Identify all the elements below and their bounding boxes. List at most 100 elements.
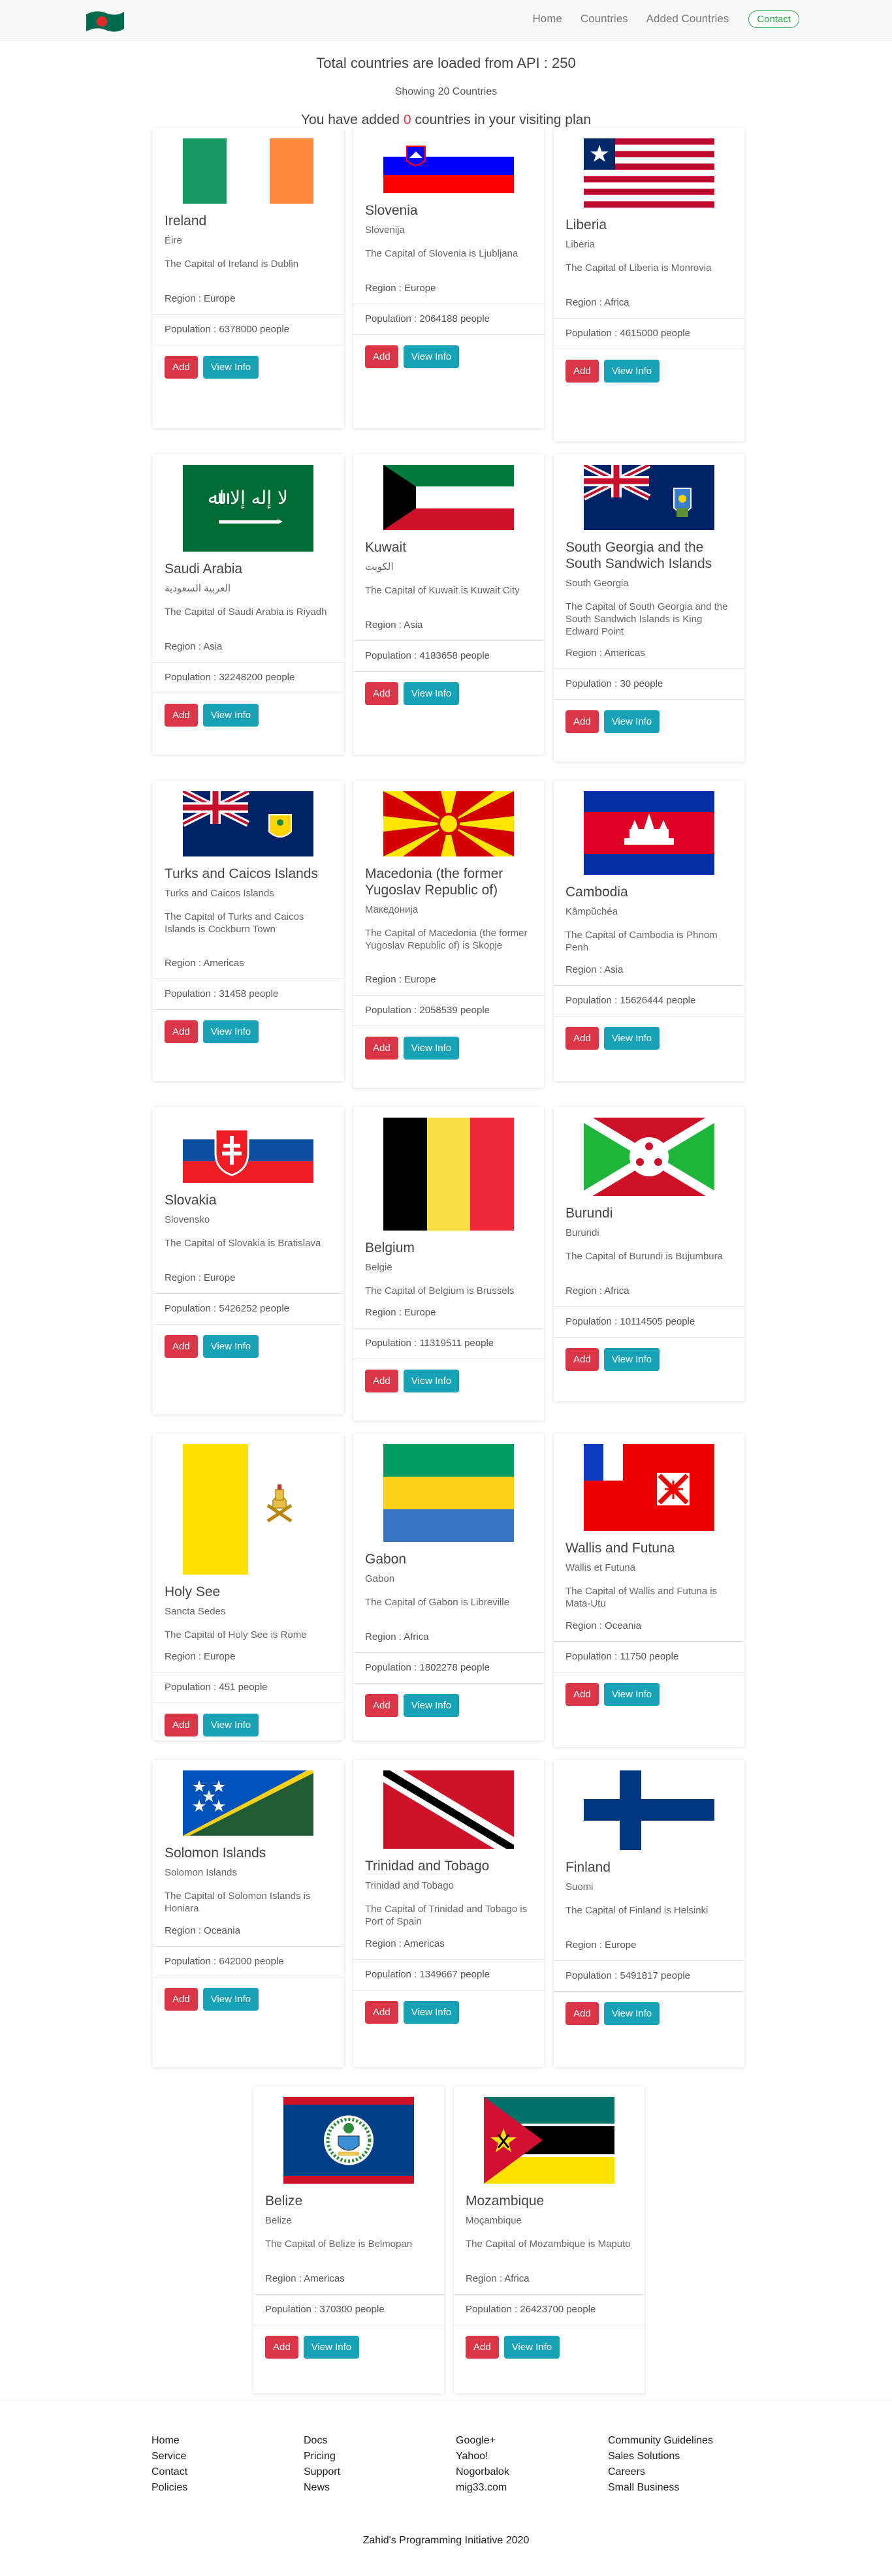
country-region: Region : Europe	[165, 293, 236, 304]
view-info-button[interactable]: View Info	[202, 704, 259, 727]
footer-link-policies[interactable]: Policies	[151, 2480, 187, 2496]
country-flag-image	[383, 465, 514, 530]
view-info-button[interactable]: View Info	[503, 2336, 560, 2359]
country-capital-text: The Capital of Slovakia is Bratislava	[165, 1238, 321, 1249]
view-info-button[interactable]: View Info	[603, 1348, 660, 1371]
country-native-name: Kâmpŭchéa	[565, 906, 618, 917]
add-country-button[interactable]: Add	[165, 704, 198, 727]
country-native-name: العربية السعودية	[165, 583, 231, 594]
view-info-button[interactable]: View Info	[603, 710, 660, 733]
footer-link-service[interactable]: Service	[151, 2449, 187, 2464]
view-info-button[interactable]: View Info	[403, 345, 460, 368]
add-country-button[interactable]: Add	[565, 1683, 599, 1706]
add-country-button[interactable]: Add	[365, 1694, 398, 1717]
add-country-button[interactable]: Add	[365, 1037, 398, 1060]
country-card: ﻻ ﺇﻟﻪ ﺇﻻ ﺍﷲ Saudi Arabia العربية السعودية T…	[153, 454, 343, 755]
country-region: Region : Americas	[265, 2273, 345, 2284]
country-population: Population : 31458 people	[153, 979, 343, 1010]
footer-link-yahoo[interactable]: Yahoo!	[456, 2449, 509, 2464]
view-info-button[interactable]: View Info	[603, 1683, 660, 1706]
country-native-name: Turks and Caicos Islands	[165, 888, 274, 899]
nav-home-link[interactable]: Home	[533, 9, 562, 29]
add-country-button[interactable]: Add	[365, 1370, 398, 1392]
country-card: Slovakia Slovensko The Capital of Slovakia…	[153, 1107, 343, 1414]
view-info-button[interactable]: View Info	[202, 356, 259, 379]
footer-link-nogorbalok[interactable]: Nogorbalok	[456, 2464, 509, 2480]
view-info-button[interactable]: View Info	[202, 1335, 259, 1358]
country-flag-image	[283, 2097, 414, 2184]
view-info-button[interactable]: View Info	[403, 1037, 460, 1060]
view-info-button[interactable]: View Info	[202, 1714, 259, 1736]
showing-count-text: Showing 20 Countries	[394, 86, 498, 97]
country-region: Region : Asia	[165, 641, 223, 652]
add-country-button[interactable]: Add	[565, 710, 599, 733]
footer-link-news[interactable]: News	[304, 2480, 340, 2496]
footer-link-support[interactable]: Support	[304, 2464, 340, 2480]
view-info-button[interactable]: View Info	[403, 1694, 460, 1717]
add-country-button[interactable]: Add	[165, 1714, 198, 1736]
add-country-button[interactable]: Add	[365, 2001, 398, 2024]
view-info-button[interactable]: View Info	[202, 1988, 259, 2011]
card-actions: Add View Info	[554, 349, 744, 396]
country-population: Population : 26423700 people	[454, 2294, 645, 2325]
card-actions: Add View Info	[454, 2325, 645, 2372]
footer-link-small-business[interactable]: Small Business	[608, 2480, 713, 2496]
view-info-button[interactable]: View Info	[303, 2336, 360, 2359]
card-actions: Add View Info	[153, 693, 343, 740]
country-name: Ireland	[165, 213, 207, 228]
footer-link-mig33[interactable]: mig33.com	[456, 2480, 509, 2496]
view-info-button[interactable]: View Info	[403, 2001, 460, 2024]
view-info-button[interactable]: View Info	[202, 1020, 259, 1043]
view-info-button[interactable]: View Info	[603, 2002, 660, 2025]
country-flag-image	[383, 1118, 514, 1231]
country-flag-image	[383, 1444, 514, 1542]
add-country-button[interactable]: Add	[165, 1335, 198, 1358]
country-population: Population : 6378000 people	[153, 314, 343, 345]
bangladesh-flag-logo[interactable]	[84, 8, 127, 34]
add-country-button[interactable]: Add	[565, 2002, 599, 2025]
country-capital-text: The Capital of Cambodia is Phnom Penh	[565, 930, 718, 953]
country-capital-text: The Capital of Ireland is Dublin	[165, 259, 299, 270]
view-info-button[interactable]: View Info	[403, 1370, 460, 1392]
footer-link-googleplus[interactable]: Google+	[456, 2433, 509, 2449]
add-country-button[interactable]: Add	[165, 1020, 198, 1043]
footer-link-contact[interactable]: Contact	[151, 2464, 187, 2480]
footer-col-3: Google+ Yahoo! Nogorbalok mig33.com	[456, 2433, 509, 2496]
add-country-button[interactable]: Add	[565, 360, 599, 383]
country-population: Population : 1802278 people	[353, 1652, 544, 1684]
add-country-button[interactable]: Add	[365, 682, 398, 705]
nav-links: Home Countries Added Countries Contact	[515, 9, 799, 29]
footer-link-docs[interactable]: Docs	[304, 2433, 340, 2449]
footer-link-sales-solutions[interactable]: Sales Solutions	[608, 2449, 713, 2464]
country-region: Region : Europe	[165, 1651, 236, 1662]
nav-countries-link[interactable]: Countries	[581, 9, 628, 29]
add-country-button[interactable]: Add	[466, 2336, 499, 2359]
footer-link-pricing[interactable]: Pricing	[304, 2449, 340, 2464]
country-region: Region : Oceania	[565, 1620, 641, 1631]
country-card: Macedonia (the former Yugoslav Republic …	[353, 781, 544, 1088]
add-country-button[interactable]: Add	[565, 1027, 599, 1050]
add-country-button[interactable]: Add	[265, 2336, 298, 2359]
country-name: Turks and Caicos Islands	[165, 866, 318, 881]
country-capital-text: The Capital of Turks and Caicos Islands …	[165, 911, 304, 935]
country-population: Population : 1349667 people	[353, 1959, 544, 1990]
view-info-button[interactable]: View Info	[603, 1027, 660, 1050]
contact-button[interactable]: Contact	[748, 10, 799, 28]
footer-link-community-guidelines[interactable]: Community Guidelines	[608, 2433, 713, 2449]
view-info-button[interactable]: View Info	[403, 682, 460, 705]
country-native-name: Slovenija	[365, 225, 405, 236]
footer-col-2: Docs Pricing Support News	[304, 2433, 340, 2496]
footer-link-home[interactable]: Home	[151, 2433, 187, 2449]
add-country-button[interactable]: Add	[565, 1348, 599, 1371]
nav-added-countries-link[interactable]: Added Countries	[646, 9, 729, 29]
country-name: Slovakia	[165, 1193, 217, 1208]
add-country-button[interactable]: Add	[165, 356, 198, 379]
country-card: Cambodia Kâmpŭchéa The Capital of Cambodia…	[554, 781, 744, 1081]
country-native-name: Solomon Islands	[165, 1867, 237, 1878]
view-info-button[interactable]: View Info	[603, 360, 660, 383]
card-actions: Add View Info	[153, 1977, 343, 2024]
add-country-button[interactable]: Add	[165, 1988, 198, 2011]
add-country-button[interactable]: Add	[365, 345, 398, 368]
country-native-name: Moçambique	[466, 2215, 522, 2226]
footer-link-careers[interactable]: Careers	[608, 2464, 713, 2480]
